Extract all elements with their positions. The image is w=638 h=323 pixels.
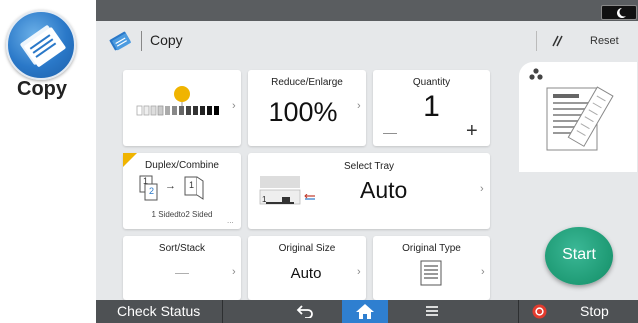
mode-indicator [601,5,637,20]
density-slider-icon [136,86,219,116]
paper-orientation-icon [304,194,315,200]
reset-button[interactable]: Reset [590,35,619,47]
more-indicator: ... [227,216,234,225]
stop-icon[interactable] [532,304,547,319]
chevron-right-icon: › [357,100,361,112]
reduce-enlarge-label: Reduce/Enlarge [271,77,343,88]
tray-number: 1 [262,195,267,204]
duplex-combine-label: Duplex/Combine [145,160,219,171]
paper-icon [282,197,290,203]
stop-button[interactable]: Stop [580,303,609,319]
text-document-icon [420,260,442,286]
duplex-combine-tile[interactable]: Duplex/Combine 1 2 → 1 1 Sidedto2 Sided … [123,153,241,229]
menu-icon[interactable] [425,305,439,317]
page-title: Copy [150,32,183,48]
select-tray-label: Select Tray [343,161,395,172]
paper-preview-icon [546,86,614,151]
page-number: 1 [189,180,195,190]
start-label[interactable]: Start [545,246,613,264]
quantity-value[interactable]: 1 [373,90,490,124]
bottom-divider [222,300,223,323]
chevron-right-icon: › [481,266,485,278]
original-type-tile[interactable]: Original Type › [373,236,490,300]
copy-icon [109,31,131,51]
page-number: 1 [143,176,149,186]
quantity-increment-button[interactable]: + [466,120,478,143]
chevron-right-icon: › [357,266,361,278]
chevron-right-icon: › [232,266,236,278]
document-stack-icon [20,25,66,67]
home-icon [356,304,374,319]
printer-tray-icon [259,176,301,205]
original-size-tile[interactable]: Original Size Auto › [248,236,366,300]
bottom-divider [518,300,519,323]
duplex-caption: 1 Sidedto2 Sided [151,210,213,219]
chevron-right-icon: › [232,100,236,112]
page-number: 2 [149,186,155,196]
reset-slash-icon[interactable] [550,35,564,47]
check-status-button[interactable]: Check Status [117,303,200,319]
header-divider [141,31,142,51]
chevron-right-icon: › [480,183,484,195]
reduce-enlarge-value: 100% [268,97,338,127]
header-divider [536,31,537,51]
reduce-enlarge-tile[interactable]: Reduce/Enlarge 100% › [248,70,366,146]
quantity-decrement-button[interactable]: — [383,124,397,140]
copy-preview[interactable] [519,62,637,172]
original-size-label: Original Size [278,243,336,254]
sort-stack-tile[interactable]: Sort/Stack — › [123,236,241,300]
select-tray-tile[interactable]: Select Tray 1 Auto › [248,153,490,229]
original-size-value: Auto [290,265,322,282]
select-tray-value: Auto [360,177,408,203]
arrow-right-icon: → [165,180,176,192]
copy-app-icon[interactable] [6,10,76,80]
sort-stack-label: Sort/Stack [158,243,206,254]
quantity-tile[interactable]: Quantity 1 — + [373,70,490,146]
color-mode-icon [529,68,543,80]
sort-stack-value: — [175,264,189,280]
home-button[interactable] [342,300,388,323]
moon-icon [617,8,626,18]
app-label: Copy [17,78,67,100]
density-tile[interactable]: › [123,70,241,146]
back-arrow-icon[interactable] [296,304,314,318]
original-type-label: Original Type [402,243,461,254]
status-bar [96,0,638,21]
quantity-label: Quantity [412,77,451,88]
